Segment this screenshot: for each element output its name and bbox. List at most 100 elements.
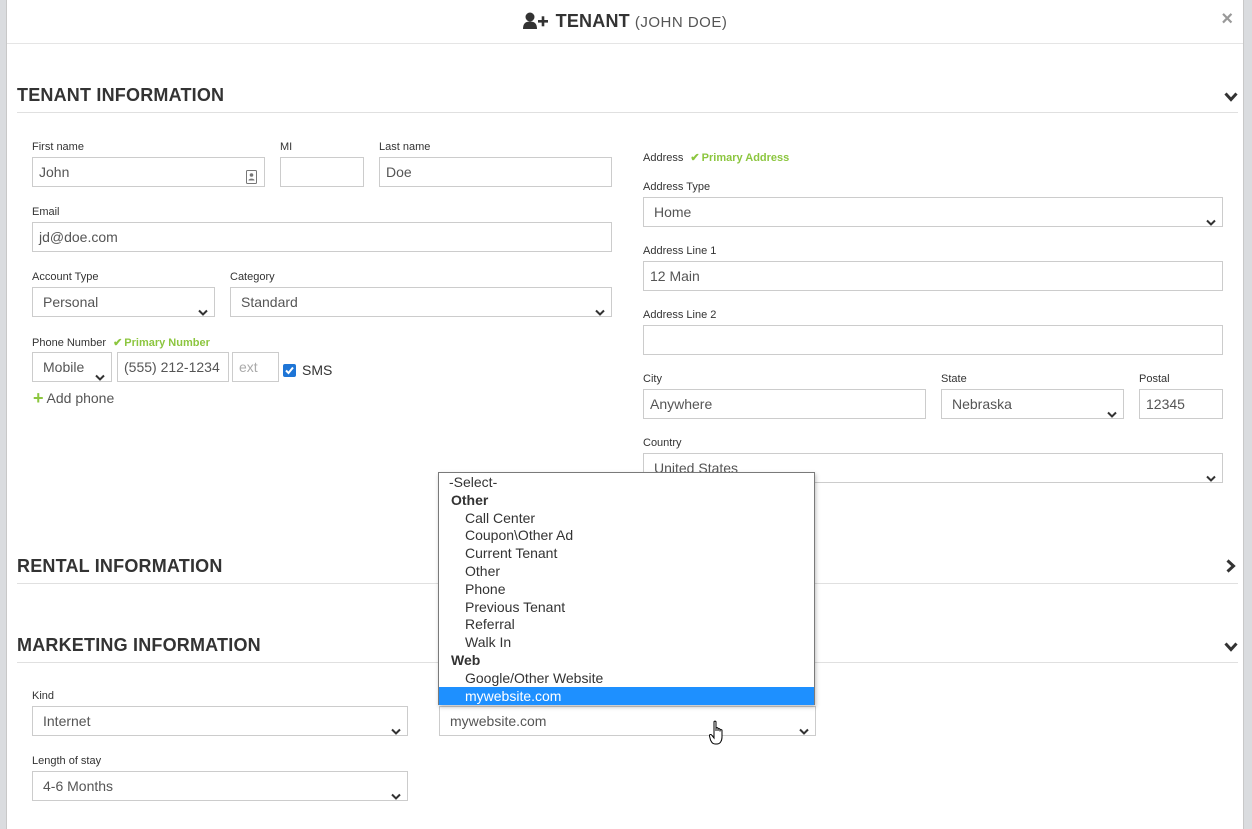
last-name-label: Last name — [379, 141, 431, 153]
dropdown-option[interactable]: Current Tenant — [439, 544, 814, 562]
first-name-value[interactable]: John — [39, 164, 69, 180]
city-value[interactable]: Anywhere — [650, 396, 712, 412]
sms-label: SMS — [302, 362, 333, 378]
email-value[interactable]: jd@doe.com — [39, 229, 118, 245]
phone-number-label: Phone Number ✔ Primary Number — [32, 336, 210, 349]
state-select[interactable]: Nebraska — [941, 389, 1124, 419]
address-label: Address ✔ Primary Address — [643, 151, 789, 164]
phone-type-value[interactable]: Mobile — [43, 359, 84, 375]
primary-number-text: Primary Number — [124, 337, 210, 349]
kind-select[interactable]: Internet — [32, 706, 408, 736]
kind-label: Kind — [32, 690, 55, 702]
hand-pointer-icon — [708, 720, 727, 751]
length-of-stay-label: Length of stay — [32, 755, 102, 767]
state-value[interactable]: Nebraska — [952, 396, 1012, 412]
dropdown-option-highlighted[interactable]: mywebsite.com — [439, 687, 814, 705]
city-label: City — [643, 373, 662, 385]
dropdown-option[interactable]: Coupon\Other Ad — [439, 526, 814, 544]
close-icon[interactable]: × — [1221, 8, 1233, 30]
state-label: State — [941, 373, 967, 385]
chevron-down-icon[interactable] — [1224, 639, 1238, 657]
dropdown-option[interactable]: Previous Tenant — [439, 598, 814, 616]
source-value[interactable]: mywebsite.com — [450, 713, 546, 729]
add-phone-button[interactable]: + Add phone — [33, 388, 114, 409]
chevron-right-icon[interactable] — [1226, 559, 1236, 578]
address-line1-value[interactable]: 12 Main — [650, 268, 700, 284]
phone-ext-input[interactable]: ext — [232, 352, 279, 382]
modal-title: TENANT (JOHN DOE) — [7, 11, 1243, 35]
postal-input[interactable]: 12345 — [1139, 389, 1223, 419]
last-name-input[interactable]: Doe — [379, 157, 612, 187]
address-line2-label: Address Line 2 — [643, 309, 717, 321]
email-label: Email — [32, 206, 60, 218]
chevron-down-icon[interactable] — [95, 363, 105, 391]
category-select[interactable]: Standard — [230, 287, 612, 317]
category-label: Category — [230, 271, 275, 283]
phone-type-select[interactable]: Mobile — [32, 352, 112, 382]
account-type-select[interactable]: Personal — [32, 287, 215, 317]
email-input[interactable]: jd@doe.com — [32, 222, 612, 252]
phone-ext-placeholder[interactable]: ext — [239, 359, 258, 375]
add-user-icon — [522, 12, 549, 35]
dropdown-option[interactable]: Google/Other Website — [439, 669, 814, 687]
phone-number-label-text: Phone Number — [32, 337, 106, 349]
address-line2-input[interactable] — [643, 325, 1223, 355]
first-name-label: First name — [32, 141, 84, 153]
address-type-select[interactable]: Home — [643, 197, 1223, 227]
check-icon: ✔ — [690, 152, 700, 164]
last-name-value[interactable]: Doe — [386, 164, 412, 180]
add-phone-label[interactable]: Add phone — [47, 390, 115, 406]
chevron-down-icon[interactable] — [198, 298, 208, 326]
check-icon: ✔ — [113, 337, 123, 349]
length-of-stay-value[interactable]: 4-6 Months — [43, 778, 113, 794]
chevron-down-icon[interactable] — [1224, 89, 1238, 107]
chevron-down-icon[interactable] — [1107, 400, 1117, 428]
address-label-text: Address — [643, 152, 684, 164]
modal-header: TENANT (JOHN DOE) × — [7, 0, 1243, 44]
dropdown-option[interactable]: Referral — [439, 615, 814, 633]
city-input[interactable]: Anywhere — [643, 389, 926, 419]
rental-section-title: RENTAL INFORMATION — [17, 556, 223, 576]
address-type-label: Address Type — [643, 181, 711, 193]
tenant-section-title: TENANT INFORMATION — [17, 85, 225, 105]
chevron-down-icon[interactable] — [391, 717, 401, 745]
dropdown-option[interactable]: Phone — [439, 580, 814, 598]
modal-subtitle: (JOHN DOE) — [634, 14, 728, 31]
chevron-down-icon[interactable] — [595, 298, 605, 326]
account-type-label: Account Type — [32, 271, 99, 283]
contact-card-icon[interactable] — [246, 165, 257, 186]
dropdown-option[interactable]: Walk In — [439, 633, 814, 651]
first-name-input[interactable]: John — [32, 157, 265, 187]
dropdown-option[interactable]: Call Center — [439, 509, 814, 527]
tenant-section-header[interactable]: TENANT INFORMATION — [17, 83, 1238, 113]
primary-address-badge: ✔ Primary Address — [690, 152, 789, 164]
chevron-down-icon[interactable] — [799, 717, 809, 745]
kind-value[interactable]: Internet — [43, 713, 90, 729]
chevron-down-icon[interactable] — [391, 782, 401, 810]
address-line1-label: Address Line 1 — [643, 245, 717, 257]
country-label: Country — [643, 437, 682, 449]
phone-number-value[interactable]: (555) 212-1234 — [124, 359, 220, 375]
postal-label: Postal — [1139, 373, 1170, 385]
account-type-value[interactable]: Personal — [43, 294, 98, 310]
primary-number-badge: ✔ Primary Number — [113, 337, 210, 349]
source-select[interactable]: mywebsite.com — [439, 706, 816, 736]
phone-number-input[interactable]: (555) 212-1234 — [117, 352, 229, 382]
dropdown-option-select[interactable]: -Select- — [439, 473, 814, 491]
chevron-down-icon[interactable] — [1206, 464, 1216, 492]
address-type-value[interactable]: Home — [654, 204, 691, 220]
sms-checkbox[interactable] — [283, 364, 296, 377]
primary-address-text: Primary Address — [701, 152, 790, 164]
mi-input[interactable] — [280, 157, 364, 187]
plus-icon[interactable]: + — [33, 388, 44, 408]
postal-value[interactable]: 12345 — [1146, 396, 1185, 412]
source-dropdown-list[interactable]: -Select- Other Call Center Coupon\Other … — [438, 472, 815, 705]
dropdown-group-web: Web — [451, 652, 481, 668]
chevron-down-icon[interactable] — [1206, 208, 1216, 236]
length-of-stay-select[interactable]: 4-6 Months — [32, 771, 408, 801]
dropdown-option[interactable]: Other — [439, 562, 814, 580]
close-button[interactable]: × — [1221, 9, 1233, 29]
marketing-section-title: MARKETING INFORMATION — [17, 635, 261, 655]
address-line1-input[interactable]: 12 Main — [643, 261, 1223, 291]
category-value[interactable]: Standard — [241, 294, 298, 310]
